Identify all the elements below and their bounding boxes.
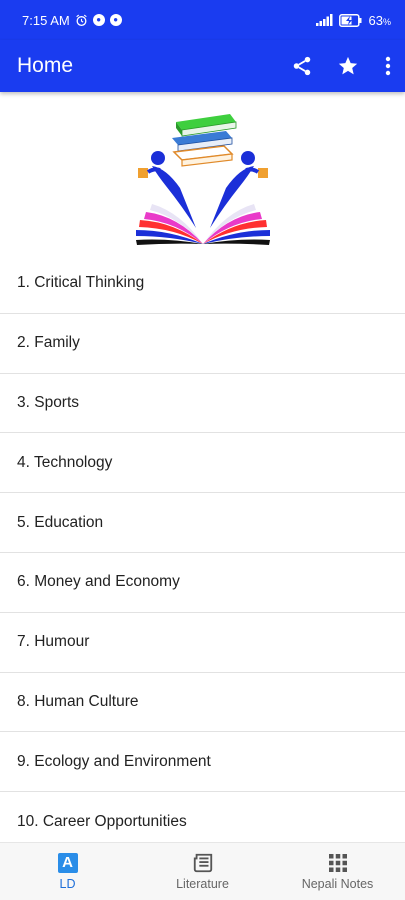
list-item[interactable]: 1. Critical Thinking <box>0 254 405 314</box>
status-bar: 7:15 AM ● ● 63% <box>0 0 405 40</box>
list-item-label: 3. Sports <box>17 393 80 411</box>
list-item[interactable]: 3. Sports <box>0 374 405 434</box>
list-item-label: 2. Family <box>17 334 80 352</box>
ld-badge: A <box>57 853 78 873</box>
list-item[interactable]: 5. Education <box>0 493 405 553</box>
list-item[interactable]: 4. Technology <box>0 433 405 494</box>
list-item-label: 5. Education <box>17 513 104 531</box>
list-item[interactable]: 2. Family <box>0 314 405 374</box>
list-item[interactable]: 8. Human Culture <box>0 673 405 733</box>
grid-icon <box>327 852 349 874</box>
more-vert-icon <box>385 56 391 76</box>
list-item-label: 10. Career Opportunities <box>17 812 187 830</box>
tab-label: LD <box>59 877 76 891</box>
list-item[interactable]: 9. Ecology and Environment <box>0 732 405 793</box>
app-logo <box>130 108 276 248</box>
battery-percent-sign: % <box>382 16 391 27</box>
list-item-label: 9. Ecology and Environment <box>17 752 211 770</box>
more-options-button[interactable] <box>371 43 405 89</box>
tab-literature[interactable]: Literature <box>135 843 270 900</box>
tab-label: Nepali Notes <box>301 877 374 891</box>
ld-letter-icon: A <box>57 852 79 874</box>
alarm-icon <box>75 14 88 27</box>
status-time: 7:15 AM <box>22 12 70 28</box>
notification-app-icon-2: ● <box>109 14 122 26</box>
list-item-label: 7. Humour <box>17 633 90 651</box>
app-bar-actions <box>279 43 405 89</box>
list-item-label: 6. Money and Economy <box>17 573 180 591</box>
battery-charging-icon <box>338 13 363 27</box>
list-item-label: 4. Technology <box>17 453 113 471</box>
share-button[interactable] <box>279 43 325 89</box>
notification-app-icon: ● <box>92 14 105 26</box>
app-bar: Home <box>0 40 405 92</box>
favorite-button[interactable] <box>325 43 371 89</box>
newspaper-icon <box>192 852 214 874</box>
battery-percent: 63 <box>368 12 383 28</box>
app-screen: 7:15 AM ● ● 63% Home 1. Critical Thinkin… <box>0 0 405 900</box>
tab-label: Literature <box>176 877 229 891</box>
list-item-label: 1. Critical Thinking <box>17 274 145 292</box>
page-title: Home <box>17 54 74 77</box>
tab-ld[interactable]: A LD <box>0 843 135 900</box>
list-item[interactable]: 6. Money and Economy <box>0 553 405 613</box>
status-bar-left: 7:15 AM ● ● <box>22 13 122 28</box>
status-bar-right: 63% <box>315 13 391 28</box>
star-icon <box>338 56 358 75</box>
list-item-label: 8. Human Culture <box>17 692 139 710</box>
tab-nepali-notes[interactable]: Nepali Notes <box>270 843 405 900</box>
battery-level: 63% <box>369 13 391 28</box>
topic-list: 1. Critical Thinking 2. Family 3. Sports… <box>0 254 405 852</box>
signal-icon <box>315 14 333 26</box>
bottom-navigation: A LD Literature Nepali Notes <box>0 842 405 900</box>
list-item[interactable]: 7. Humour <box>0 613 405 673</box>
share-icon <box>293 56 311 76</box>
